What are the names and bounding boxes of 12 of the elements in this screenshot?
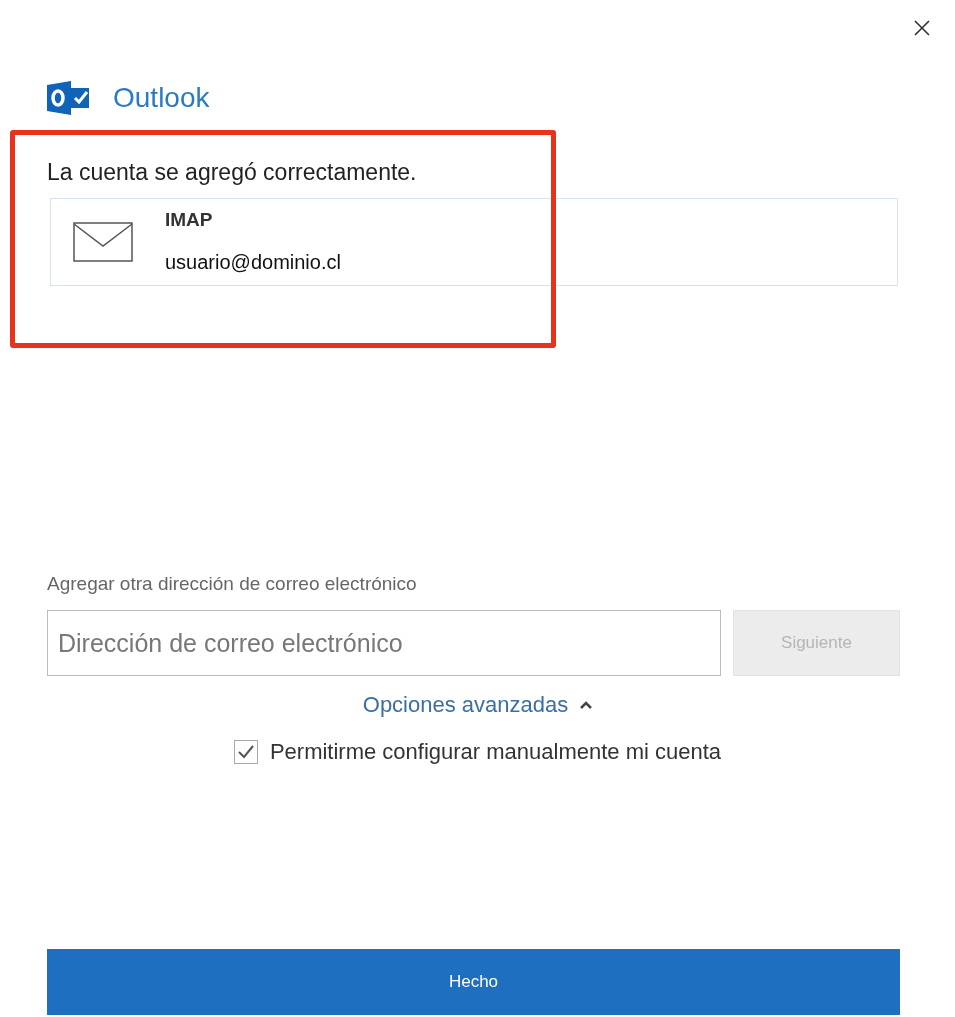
status-message: La cuenta se agregó correctamente. [47, 158, 418, 187]
account-type: IMAP [165, 208, 214, 233]
advanced-options-link[interactable]: Opciones avanzadas [362, 688, 593, 721]
account-email: usuario@dominio.cl [165, 249, 341, 275]
envelope-icon [73, 221, 133, 262]
done-button[interactable]: Hecho [47, 949, 900, 1015]
close-icon [913, 19, 931, 37]
checkbox[interactable] [233, 739, 258, 764]
checkbox-label: Permitirme configurar manualmente mi cuenta [269, 738, 722, 766]
email-input-field[interactable]: Dirección de correo electrónico [47, 610, 721, 676]
add-account-label: Agregar otra dirección de correo electrónico [47, 571, 418, 596]
app-title: Outlook [113, 81, 210, 115]
